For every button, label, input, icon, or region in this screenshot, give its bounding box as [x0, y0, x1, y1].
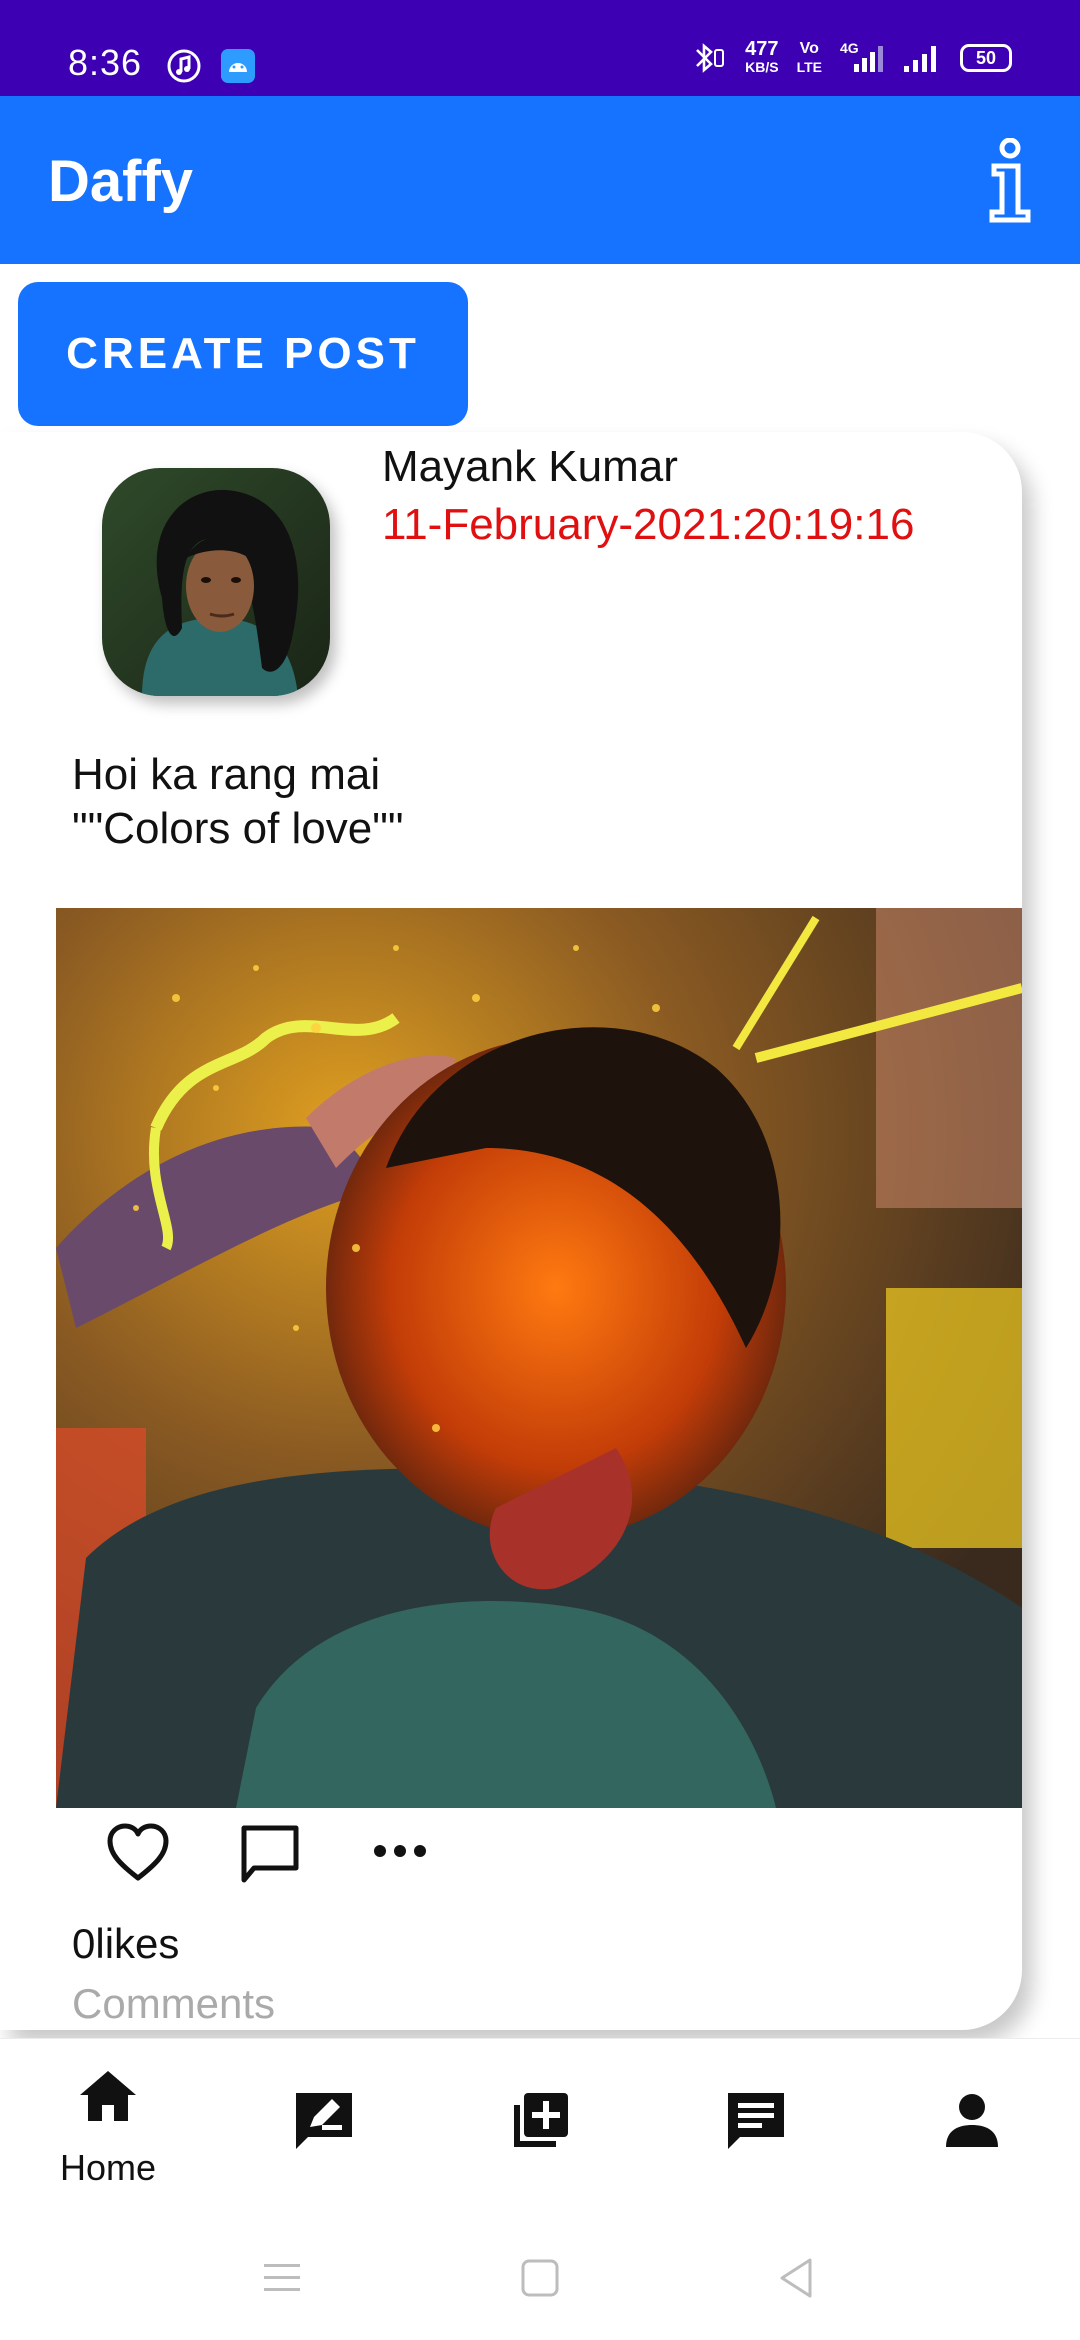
caption-line: Hoi ka rang mai — [72, 750, 381, 799]
nav-item-add-post[interactable] — [432, 2039, 648, 2219]
volte-bottom: LTE — [796, 59, 822, 75]
avatar[interactable] — [102, 468, 330, 696]
nav-label-home: Home — [59, 2147, 157, 2188]
system-nav-bar — [0, 2218, 1080, 2340]
edit-post-icon — [296, 2093, 352, 2149]
network-4g-signal: 4G — [840, 40, 884, 74]
net-speed: 477 KB/S — [745, 38, 779, 76]
status-time: 8:36 — [68, 42, 143, 83]
music-app-icon — [166, 48, 202, 89]
status-bar: 8:36 477 KB/S Vo LTE 4G 50 — [0, 0, 1080, 96]
nav-item-messages[interactable] — [648, 2039, 864, 2219]
signal-icon — [904, 46, 936, 72]
home-square-icon[interactable] — [520, 2258, 560, 2298]
chat-icon — [728, 2093, 784, 2149]
battery-indicator: 50 — [960, 44, 1012, 72]
back-icon[interactable] — [776, 2256, 816, 2300]
nav-item-profile[interactable] — [864, 2039, 1080, 2219]
person-icon — [946, 2094, 998, 2147]
post-caption: Hoi ka rang mai ""Colors of love"" — [72, 748, 403, 856]
volte-indicator: Vo LTE — [797, 40, 822, 76]
caption-line: ""Colors of love"" — [72, 804, 404, 853]
comment-icon — [241, 1825, 299, 1883]
info-icon — [989, 137, 1031, 223]
home-icon — [80, 2071, 136, 2121]
heart-icon — [107, 1823, 169, 1881]
more-button[interactable] — [372, 1836, 428, 1871]
net-speed-unit: KB/S — [745, 59, 779, 75]
nav-item-home[interactable]: Home — [0, 2039, 216, 2219]
info-button[interactable] — [980, 137, 1040, 224]
post-date: 11-February-2021:20:19:16 — [382, 500, 915, 549]
android-icon — [220, 48, 256, 89]
more-icon — [374, 1845, 426, 1857]
likes-count: 0likes — [72, 1920, 180, 1967]
comments-link[interactable]: Comments — [72, 1980, 275, 2028]
net-speed-value: 477 — [745, 38, 779, 60]
add-box-icon — [514, 2093, 568, 2147]
menu-icon[interactable] — [262, 2260, 302, 2296]
author-name[interactable]: Mayank Kumar — [382, 442, 678, 492]
like-button[interactable] — [106, 1822, 170, 1889]
post-image[interactable] — [56, 908, 1022, 1808]
comment-button[interactable] — [238, 1822, 302, 1891]
app-title: Daffy — [48, 149, 194, 214]
app-bar: Daffy — [0, 96, 1080, 264]
create-post-button[interactable]: CREATE POST — [18, 282, 468, 426]
status-indicators: 477 KB/S Vo LTE 4G 50 — [691, 38, 1012, 76]
post-card: Mayank Kumar 11-February-2021:20:19:16 H… — [0, 432, 1022, 2030]
bluetooth-icon — [696, 43, 725, 73]
bottom-nav: Home — [0, 2038, 1080, 2218]
nav-item-edit-post[interactable] — [216, 2039, 432, 2219]
volte-top: Vo — [799, 40, 819, 57]
